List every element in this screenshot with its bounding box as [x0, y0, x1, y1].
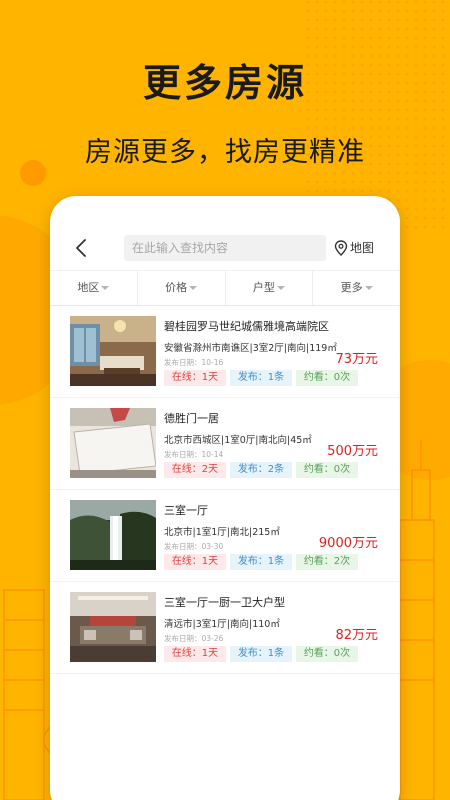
caret-down-icon [189, 286, 198, 290]
listing-item[interactable]: 德胜门一居 北京市西城区|1室0厅|南北向|45㎡ 发布日期：10-14 500… [50, 398, 400, 490]
filter-label: 地区 [77, 281, 100, 294]
filter-label: 价格 [165, 281, 188, 294]
listing-title: 碧桂园罗马世纪城儒雅境高端院区 [164, 320, 329, 333]
listing-date: 发布日期：03-26 [164, 634, 224, 643]
view-tag: 约看：0次 [296, 462, 358, 478]
publish-tag: 发布：2条 [230, 462, 292, 478]
listing-photo [70, 592, 156, 662]
view-tag: 约看：0次 [296, 370, 358, 386]
view-tag: 约看：0次 [296, 646, 358, 662]
publish-tag: 发布：1条 [230, 554, 292, 570]
listing-title: 三室一厅一厨一卫大户型 [164, 596, 285, 609]
search-placeholder: 在此输入查找内容 [132, 241, 229, 255]
caret-down-icon [364, 286, 373, 290]
listing-date: 发布日期：10-16 [164, 358, 224, 367]
view-tag: 约看：2次 [296, 554, 358, 570]
listing-tags: 在线：1天 发布：1条 约看：2次 [164, 554, 358, 570]
filter-region[interactable]: 地区 [50, 271, 138, 305]
listing-desc: 安徽省滁州市南谯区|3室2厅|南向|119㎡ [164, 343, 337, 354]
map-button[interactable]: 地图 [334, 235, 374, 261]
listing-price: 82万元 [335, 628, 378, 643]
listing-item[interactable]: 碧桂园罗马世纪城儒雅境高端院区 安徽省滁州市南谯区|3室2厅|南向|119㎡ 发… [50, 306, 400, 398]
phone-screen: 在此输入查找内容 地图 地区 价格 户型 更多 碧桂园罗马世纪城儒雅境高端院区 … [50, 196, 400, 800]
listing-list: 碧桂园罗马世纪城儒雅境高端院区 安徽省滁州市南谯区|3室2厅|南向|119㎡ 发… [50, 306, 400, 674]
back-button[interactable] [70, 236, 94, 260]
publish-tag: 发布：1条 [230, 646, 292, 662]
filter-bar: 地区 价格 户型 更多 [50, 270, 400, 306]
caret-down-icon [276, 286, 285, 290]
online-tag: 在线：1天 [164, 554, 226, 570]
publish-tag: 发布：1条 [230, 370, 292, 386]
filter-layout[interactable]: 户型 [226, 271, 314, 305]
listing-desc: 北京市西城区|1室0厅|南北向|45㎡ [164, 435, 312, 446]
listing-desc: 北京市|1室1厅|南北|215㎡ [164, 527, 280, 538]
listing-photo [70, 316, 156, 386]
listing-tags: 在线：1天 发布：1条 约看：0次 [164, 646, 358, 662]
top-bar: 在此输入查找内容 地图 [50, 226, 400, 270]
filter-label: 更多 [340, 281, 363, 294]
listing-photo [70, 408, 156, 478]
listing-title: 三室一厅 [164, 504, 208, 517]
listing-date: 发布日期：10-14 [164, 450, 224, 459]
online-tag: 在线：2天 [164, 462, 226, 478]
listing-tags: 在线：2天 发布：2条 约看：0次 [164, 462, 358, 478]
caret-down-icon [101, 286, 110, 290]
listing-price: 9000万元 [318, 536, 378, 551]
listing-desc: 清远市|3室1厅|南向|110㎡ [164, 619, 280, 630]
listing-item[interactable]: 三室一厅 北京市|1室1厅|南北|215㎡ 发布日期：03-30 9000万元 … [50, 490, 400, 582]
listing-date: 发布日期：03-30 [164, 542, 224, 551]
promo-subline: 房源更多，找房更精准 [85, 137, 365, 168]
map-label: 地图 [350, 241, 375, 255]
search-input[interactable]: 在此输入查找内容 [124, 235, 326, 261]
listing-title: 德胜门一居 [164, 412, 219, 425]
online-tag: 在线：1天 [164, 646, 226, 662]
filter-price[interactable]: 价格 [138, 271, 226, 305]
listing-photo [70, 500, 156, 570]
listing-price: 500万元 [327, 444, 378, 459]
promo-headline: 更多房源 [142, 61, 307, 105]
listing-item[interactable]: 三室一厅一厨一卫大户型 清远市|3室1厅|南向|110㎡ 发布日期：03-26 … [50, 582, 400, 674]
listing-tags: 在线：1天 发布：1条 约看：0次 [164, 370, 358, 386]
filter-more[interactable]: 更多 [313, 271, 400, 305]
online-tag: 在线：1天 [164, 370, 226, 386]
filter-label: 户型 [252, 281, 275, 294]
location-pin-icon [334, 240, 348, 256]
back-arrow-icon [76, 239, 86, 257]
listing-price: 73万元 [335, 352, 378, 367]
